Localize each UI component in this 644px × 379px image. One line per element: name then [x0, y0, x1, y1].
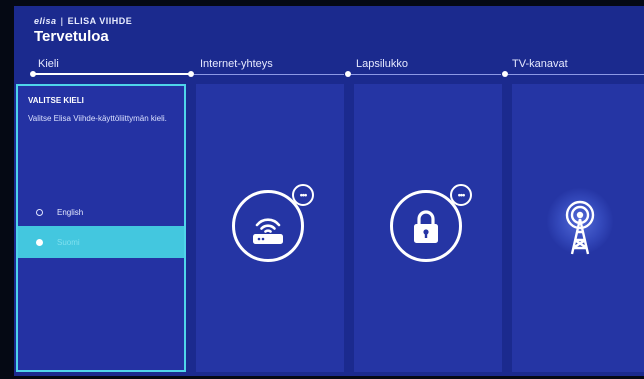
brand-name: ELISA VIIHDE — [67, 16, 133, 26]
page-title: Tervetuloa — [34, 28, 109, 45]
broadcast-tower-icon — [565, 200, 595, 255]
step-progress-bar: Kieli Internet-yhteys Lapsilukko TV-kana… — [14, 58, 644, 78]
language-option-english[interactable]: English — [18, 196, 184, 228]
language-description: Valitse Elisa Viihde-käyttöliittymän kie… — [28, 114, 167, 123]
more-badge-icon: ••• — [450, 184, 472, 206]
step-label-internet: Internet-yhteys — [200, 58, 273, 70]
parental-lock-panel[interactable]: ••• — [354, 84, 502, 372]
radio-selected-icon — [36, 238, 43, 246]
step-line-internet — [194, 74, 344, 75]
step-label-lapsilukko: Lapsilukko — [356, 58, 408, 70]
elisa-logo: elisa — [34, 16, 57, 26]
language-option-label: Suomi — [57, 237, 80, 247]
brand-separator: | — [60, 16, 64, 26]
step-line-tv-kanavat — [508, 74, 644, 75]
internet-panel[interactable]: ••• — [196, 84, 344, 372]
language-option-suomi[interactable]: Suomi — [18, 226, 184, 258]
tv-channels-panel[interactable] — [512, 84, 644, 372]
tv-screen: elisa | ELISA VIIHDE Tervetuloa Kieli In… — [14, 6, 644, 376]
step-line-lapsilukko — [351, 74, 501, 75]
language-option-label: English — [57, 207, 84, 217]
radio-icon — [36, 208, 43, 216]
brand-header: elisa | ELISA VIIHDE — [34, 16, 132, 26]
more-badge-icon: ••• — [292, 184, 314, 206]
language-heading: VALITSE KIELI — [28, 96, 84, 105]
step-line-active — [33, 73, 191, 75]
step-label-kieli: Kieli — [38, 58, 59, 70]
step-label-tv-kanavat: TV-kanavat — [512, 58, 568, 70]
language-panel[interactable]: VALITSE KIELI Valitse Elisa Viihde-käytt… — [16, 84, 186, 372]
